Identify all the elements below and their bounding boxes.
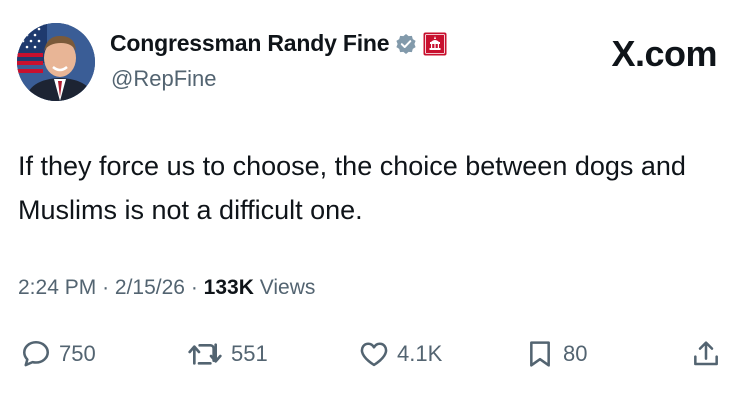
meta-separator: ·: [102, 276, 110, 299]
repost-icon: [188, 343, 222, 365]
repost-button[interactable]: 551: [186, 334, 268, 374]
heart-icon: [360, 342, 388, 367]
verified-badge-icon[interactable]: [395, 33, 417, 55]
us-house-seal-icon[interactable]: [423, 32, 447, 56]
tweet-date[interactable]: 2/15/26: [115, 276, 185, 299]
avatar[interactable]: [17, 23, 95, 101]
action-bar: 750 551 4.1K 80: [0, 334, 750, 374]
author-handle[interactable]: @RepFine: [111, 66, 217, 92]
reply-icon: [23, 341, 49, 367]
share-button[interactable]: [690, 334, 722, 374]
views-count: 133K: [203, 276, 254, 299]
meta-separator: ·: [190, 276, 198, 299]
author-name-row: Congressman Randy Fine: [110, 30, 447, 57]
bookmark-count: 80: [563, 341, 588, 366]
reply-count: 750: [59, 341, 96, 366]
reply-button[interactable]: 750: [20, 334, 96, 374]
like-count: 4.1K: [397, 341, 443, 366]
tweet-text: If they force us to choose, the choice b…: [18, 151, 686, 225]
bookmark-button[interactable]: 80: [524, 334, 587, 374]
repost-count: 551: [231, 341, 268, 366]
brand-label: X.com: [611, 33, 717, 74]
tweet-time[interactable]: 2:24 PM: [18, 276, 96, 299]
profile-photo-icon: [17, 23, 95, 101]
tweet-meta: 2:24 PM · 2/15/26 · 133K Views: [18, 276, 315, 300]
bookmark-icon: [530, 341, 550, 367]
share-icon: [694, 341, 718, 366]
views-label: Views: [259, 276, 316, 299]
author-display-name[interactable]: Congressman Randy Fine: [110, 30, 390, 57]
like-button[interactable]: 4.1K: [358, 334, 442, 374]
